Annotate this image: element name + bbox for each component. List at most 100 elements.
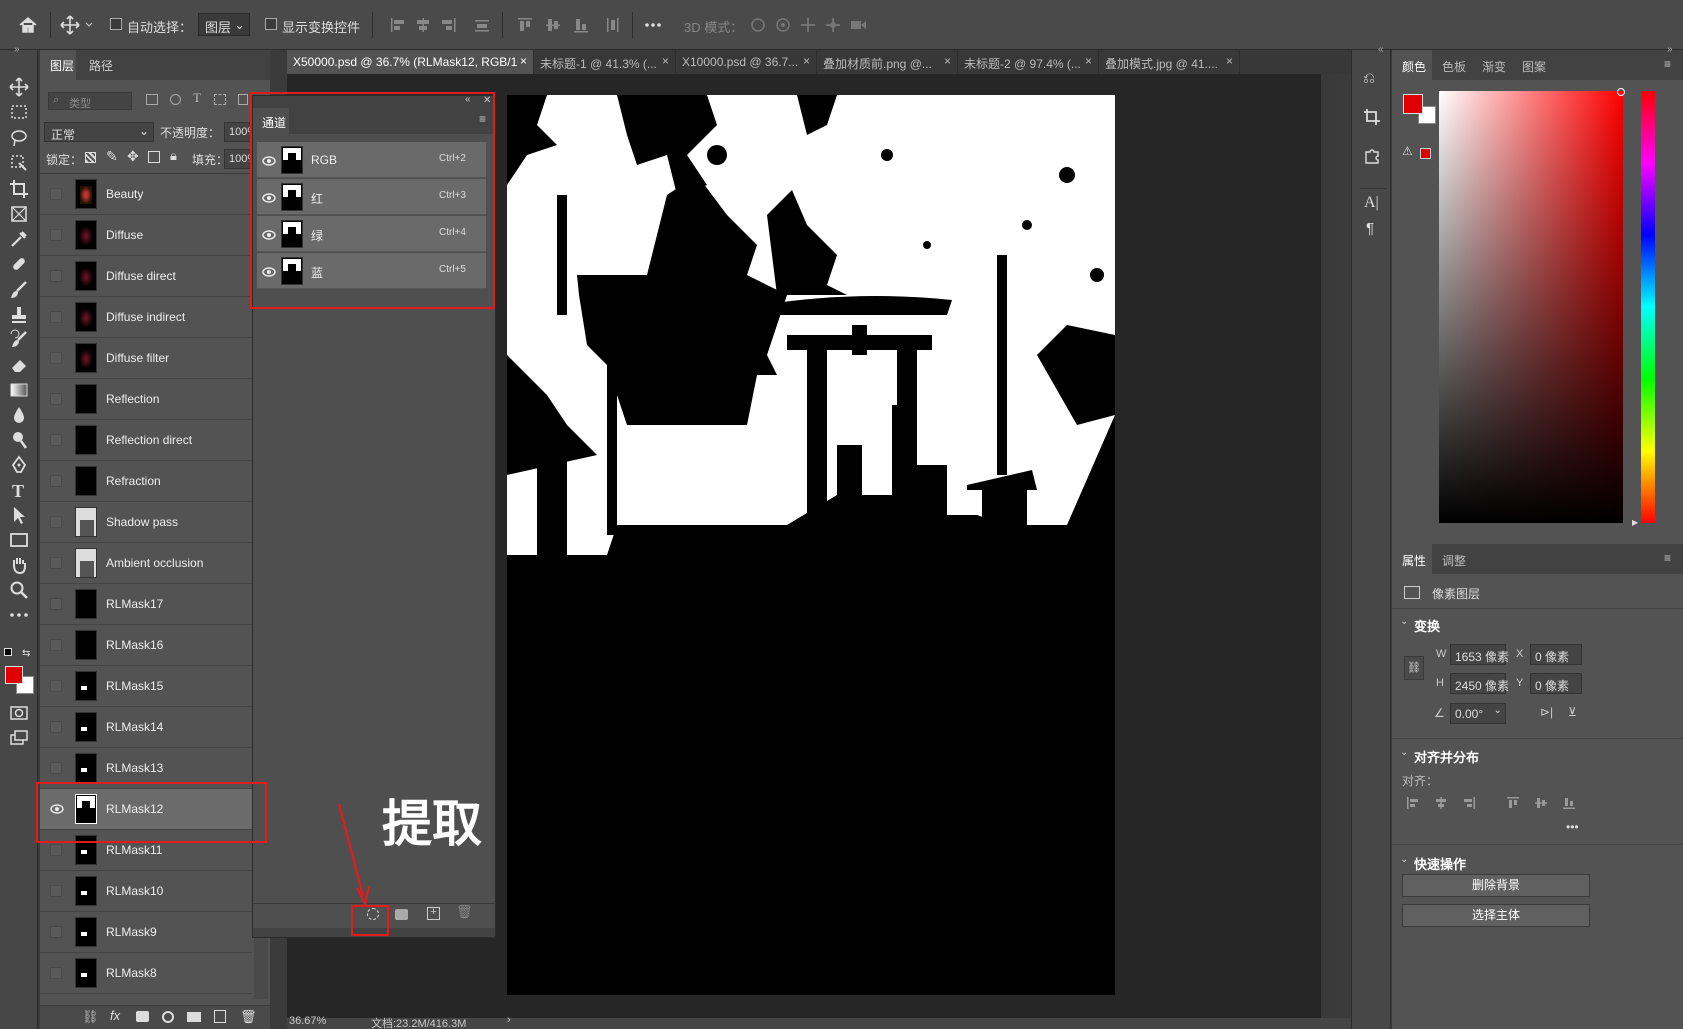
type-tool-icon[interactable]: T <box>8 479 30 501</box>
tab-adjustments[interactable]: 调整 <box>1442 552 1466 569</box>
crop-tool-icon[interactable] <box>8 178 30 200</box>
default-colors-icon[interactable] <box>4 648 12 656</box>
visibility-toggle[interactable] <box>50 844 62 856</box>
blur-tool-icon[interactable] <box>8 404 30 426</box>
gamut-warning-icon[interactable]: ⚠ <box>1402 144 1413 158</box>
auto-select-checkbox[interactable] <box>110 18 122 30</box>
width-input[interactable]: 1653 像素 <box>1450 644 1509 665</box>
3d-scale-icon[interactable] <box>848 15 868 35</box>
filter-adjustment-icon[interactable] <box>170 94 181 105</box>
close-icon[interactable]: × <box>803 54 810 68</box>
gamut-color-swatch[interactable] <box>1420 148 1431 159</box>
y-input[interactable]: 0 像素 <box>1530 673 1582 694</box>
chevron-right-icon[interactable]: › <box>507 1014 511 1026</box>
align-middle-v-icon[interactable] <box>1534 796 1548 810</box>
align-left-icon[interactable] <box>1406 796 1420 810</box>
doc-info[interactable]: 文档:23.2M/416.3M <box>371 1015 466 1029</box>
tab-layers[interactable]: 图层 <box>50 57 74 74</box>
pen-tool-icon[interactable] <box>8 454 30 476</box>
height-input[interactable]: 2450 像素 <box>1450 673 1509 694</box>
layer-row[interactable]: RLMask8 <box>40 953 252 994</box>
layer-row[interactable]: RLMask9 <box>40 912 252 953</box>
3d-pan-icon[interactable] <box>798 15 818 35</box>
distribute-icon[interactable] <box>472 15 492 35</box>
layer-filter-dropdown[interactable]: ⌕ 类型 <box>48 92 132 110</box>
document-tab[interactable]: X10000.psd @ 36.7... × <box>676 50 817 74</box>
layer-row[interactable]: Ambient occlusion <box>40 543 252 584</box>
tab-paths[interactable]: 路径 <box>89 57 113 74</box>
hue-slider-handle[interactable]: ▶ <box>1632 518 1638 527</box>
fx-icon[interactable]: fx <box>110 1008 120 1023</box>
collapse-arrows-icon[interactable]: » <box>14 44 20 55</box>
tab-swatches[interactable]: 色板 <box>1442 58 1466 75</box>
layer-row[interactable]: RLMask16 <box>40 625 252 666</box>
align-middle-v-icon[interactable] <box>543 15 563 35</box>
3d-rotate-icon[interactable] <box>748 15 768 35</box>
layer-row[interactable]: RLMask10 <box>40 871 252 912</box>
more-options-icon[interactable] <box>643 15 663 35</box>
flip-horizontal-icon[interactable]: ⊳| <box>1540 705 1553 719</box>
visibility-toggle[interactable] <box>50 762 62 774</box>
layer-row[interactable]: Diffuse indirect <box>40 297 252 338</box>
save-selection-as-channel-icon[interactable] <box>395 909 408 920</box>
canvas-scrollbar[interactable] <box>1321 74 1335 1020</box>
3d-slide-icon[interactable] <box>823 15 843 35</box>
show-transform-checkbox[interactable] <box>265 18 277 30</box>
home-icon[interactable] <box>18 15 38 35</box>
screen-mode-icon[interactable] <box>8 727 30 749</box>
eyedropper-tool-icon[interactable] <box>8 228 30 250</box>
new-group-icon[interactable] <box>187 1012 201 1022</box>
visibility-toggle[interactable] <box>50 680 62 692</box>
visibility-toggle[interactable] <box>50 516 62 528</box>
zoom-tool-icon[interactable] <box>8 579 30 601</box>
path-select-tool-icon[interactable] <box>8 504 30 526</box>
gradient-tool-icon[interactable] <box>8 379 30 401</box>
crop-panel-icon[interactable] <box>1363 108 1381 126</box>
hand-tool-icon[interactable] <box>8 554 30 576</box>
chevron-down-icon[interactable]: ⌄ <box>1400 747 1408 758</box>
panel-menu-icon[interactable]: ≡ <box>1664 57 1671 71</box>
frame-tool-icon[interactable] <box>8 203 30 225</box>
lock-transparent-icon[interactable] <box>85 152 96 163</box>
align-center-h-icon[interactable] <box>1434 796 1448 810</box>
align-center-h-icon[interactable] <box>413 15 433 35</box>
visibility-toggle[interactable] <box>50 885 62 897</box>
foreground-color-swatch[interactable] <box>5 666 23 684</box>
visibility-toggle[interactable] <box>50 270 62 282</box>
layer-row[interactable]: RLMask17 <box>40 584 252 625</box>
new-layer-icon[interactable] <box>214 1010 226 1023</box>
lasso-tool-icon[interactable] <box>8 127 30 149</box>
move-tool-icon[interactable] <box>8 76 30 98</box>
filter-smart-object-icon[interactable] <box>238 94 248 105</box>
align-bottom-icon[interactable] <box>571 15 591 35</box>
layer-row[interactable]: Diffuse filter <box>40 338 252 379</box>
add-mask-icon[interactable] <box>136 1011 149 1022</box>
visibility-toggle[interactable] <box>50 598 62 610</box>
rectangle-tool-icon[interactable] <box>8 529 30 551</box>
visibility-toggle[interactable] <box>50 188 62 200</box>
layer-row[interactable]: Shadow pass <box>40 502 252 543</box>
document-tab[interactable]: X50000.psd @ 36.7% (RLMask12, RGB/16*) *… <box>287 50 534 74</box>
marquee-tool-icon[interactable] <box>8 101 30 123</box>
align-section-title[interactable]: 对齐并分布 <box>1414 747 1479 766</box>
link-dimensions-icon[interactable]: ⛓︎ <box>1404 656 1424 680</box>
layer-row[interactable]: Beauty <box>40 174 252 215</box>
align-left-icon[interactable] <box>388 15 408 35</box>
align-top-icon[interactable] <box>515 15 535 35</box>
swap-colors-icon[interactable]: ⇆ <box>22 648 30 659</box>
document-tab[interactable]: 叠加模式.jpg @ 41.... × <box>1099 50 1240 74</box>
history-brush-tool-icon[interactable] <box>8 329 30 351</box>
transform-section-title[interactable]: 变换 <box>1414 616 1440 635</box>
trash-icon[interactable]: 🗑︎ <box>456 904 473 920</box>
filter-pixel-icon[interactable] <box>146 94 158 105</box>
lock-artboard-icon[interactable] <box>148 151 160 163</box>
dodge-tool-icon[interactable] <box>8 429 30 451</box>
move-tool-icon[interactable] <box>60 15 80 35</box>
layer-row[interactable]: Diffuse direct <box>40 256 252 297</box>
distribute-v-icon[interactable] <box>603 15 623 35</box>
visibility-toggle[interactable] <box>50 926 62 938</box>
panel-menu-icon[interactable]: ≡ <box>1664 551 1671 565</box>
object-select-tool-icon[interactable] <box>8 152 30 174</box>
more-tools-icon[interactable] <box>8 604 30 626</box>
select-subject-button[interactable]: 选择主体 <box>1402 904 1590 927</box>
